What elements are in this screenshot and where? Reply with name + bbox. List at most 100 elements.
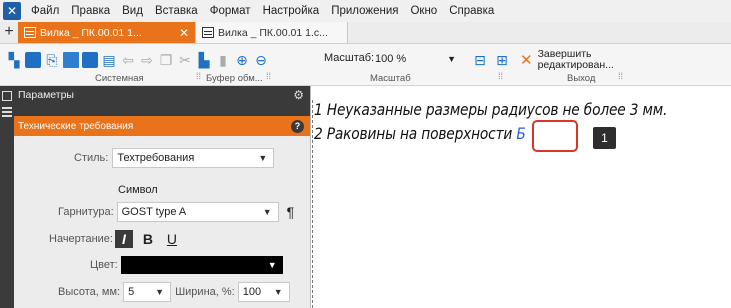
- menu-window[interactable]: Окно: [404, 0, 443, 22]
- copy-icon[interactable]: ❐: [158, 52, 174, 68]
- font-value: GOST type A: [121, 206, 187, 218]
- app-logo-icon[interactable]: ✕: [3, 2, 21, 20]
- highlight-box: [532, 120, 578, 152]
- group-label-system: Системная: [95, 73, 144, 84]
- requirement-line-2-text: 2 Раковины на поверхности: [314, 124, 517, 143]
- tab-document-spec[interactable]: Вилка _ ПК.00.01 1.с...: [196, 22, 348, 43]
- cut-icon[interactable]: ✂: [177, 52, 193, 68]
- help-icon[interactable]: ?: [291, 119, 304, 133]
- save-icon[interactable]: [63, 52, 79, 68]
- tab-label: Вилка _ ПК.00.01 1.с...: [218, 26, 328, 39]
- zoom-value: 100 %: [375, 53, 407, 65]
- panel-toggle-icon[interactable]: [2, 91, 12, 101]
- panel-form: Стиль: Техтребования ▼ Символ Гарнитура:…: [14, 136, 310, 308]
- section-title: Технические требования: [18, 120, 134, 132]
- color-row: Цвет: ▼: [90, 256, 283, 274]
- toolbar-icons: ▚ ⎘ ▤ ⇦ ⇨ ❐ ✂ ▙ ▮ ⊕ ⊖: [6, 50, 272, 70]
- finish-editing-button[interactable]: ✕ Завершить редактирован...: [520, 48, 614, 72]
- group-separator: ⁞⁞: [266, 71, 272, 81]
- menu-insert[interactable]: Вставка: [149, 0, 204, 22]
- print-icon[interactable]: ▤: [101, 52, 117, 68]
- zoom-out-icon[interactable]: ⊖: [253, 52, 269, 68]
- document-icon: [202, 27, 214, 38]
- paste-icon[interactable]: ▙: [196, 52, 212, 68]
- bold-button[interactable]: B: [139, 230, 157, 248]
- redo-icon[interactable]: ⇨: [139, 52, 155, 68]
- requirement-line-1[interactable]: 1 Неуказанные размеры радиусов не более …: [314, 100, 667, 119]
- open-folder-icon[interactable]: [25, 52, 41, 68]
- gear-icon[interactable]: ⚙: [293, 88, 304, 102]
- group-label-clipboard: Буфер обм...: [206, 73, 263, 84]
- chevron-down-icon: ▼: [258, 153, 268, 163]
- document-icon: [24, 27, 36, 38]
- chevron-down-icon: ▼: [267, 260, 277, 270]
- open-recent-icon[interactable]: ⎘: [44, 52, 60, 68]
- group-label-zoom: Масштаб: [370, 73, 411, 84]
- panel-title: Параметры: [18, 89, 74, 101]
- fit-width-icon[interactable]: ⊟: [472, 52, 488, 68]
- style-select[interactable]: Техтребования ▼: [112, 148, 275, 168]
- menu-apps[interactable]: Приложения: [325, 0, 404, 22]
- color-label: Цвет:: [90, 259, 118, 271]
- undo-icon[interactable]: ⇦: [120, 52, 136, 68]
- group-label-exit: Выход: [567, 73, 596, 84]
- close-icon: ✕: [520, 51, 533, 69]
- document-tabs: + Вилка _ ПК.00.01 1... ✕ Вилка _ ПК.00.…: [0, 22, 731, 44]
- chevron-down-icon: ▼: [155, 287, 165, 297]
- width-label: Ширина, %:: [175, 286, 235, 298]
- left-side-strip: [0, 86, 14, 308]
- group-separator: ⁞⁞: [498, 71, 504, 81]
- zoom-select[interactable]: 100 % ▼: [372, 50, 456, 68]
- font-label: Гарнитура:: [58, 206, 114, 218]
- menu-edit[interactable]: Правка: [65, 0, 116, 22]
- tab-label: Вилка _ ПК.00.01 1...: [40, 26, 142, 39]
- menubar: ✕ Файл Правка Вид Вставка Формат Настрой…: [0, 0, 731, 22]
- text-frame-border: [312, 100, 313, 308]
- new-tab-plus-icon[interactable]: +: [0, 21, 18, 43]
- menu-help[interactable]: Справка: [443, 0, 500, 22]
- width-value: 100: [242, 286, 262, 298]
- drawing-canvas[interactable]: [314, 86, 731, 308]
- chevron-down-icon: ▼: [273, 287, 283, 297]
- new-document-icon[interactable]: ▚: [6, 52, 22, 68]
- fit-height-icon[interactable]: ⊞: [494, 52, 510, 68]
- underline-button[interactable]: U: [163, 230, 181, 248]
- toolbar: ▚ ⎘ ▤ ⇦ ⇨ ❐ ✂ ▙ ▮ ⊕ ⊖ Масштаб: 100 % ▼ ⊟…: [0, 44, 731, 86]
- menu-view[interactable]: Вид: [116, 0, 149, 22]
- style-label: Стиль:: [74, 152, 109, 164]
- size-row: Высота, мм: 5 ▼ Ширина, %: 100 ▼: [58, 282, 290, 302]
- height-label: Высота, мм:: [58, 286, 121, 298]
- width-select[interactable]: 100 ▼: [237, 282, 290, 302]
- color-select[interactable]: ▼: [120, 256, 283, 274]
- font-style-label: Начертание:: [49, 233, 113, 245]
- save-as-icon[interactable]: [82, 52, 98, 68]
- symbol-section-title: Символ: [118, 184, 158, 196]
- group-separator: ⁞⁞: [196, 71, 202, 81]
- section-header[interactable]: Технические требования ?: [14, 116, 310, 136]
- finish-label-line2: редактирован...: [537, 59, 614, 71]
- menu-file[interactable]: Файл: [25, 0, 65, 22]
- italic-button[interactable]: I: [114, 230, 133, 248]
- tab-document-active[interactable]: Вилка _ ПК.00.01 1... ✕: [18, 22, 196, 43]
- panel-spacer: [14, 104, 310, 116]
- inserted-symbol[interactable]: Б: [516, 124, 525, 143]
- zoom-in-icon[interactable]: ⊕: [234, 52, 250, 68]
- format-painter-icon[interactable]: ▮: [215, 52, 231, 68]
- height-value: 5: [128, 286, 135, 298]
- style-value: Техтребования: [117, 152, 195, 164]
- requirement-line-2[interactable]: 2 Раковины на поверхности Б: [314, 124, 526, 143]
- menu-settings[interactable]: Настройка: [257, 0, 326, 22]
- style-row: Стиль: Техтребования ▼: [74, 148, 275, 168]
- hamburger-menu-icon[interactable]: [2, 107, 12, 117]
- height-select[interactable]: 5 ▼: [123, 282, 172, 302]
- font-select[interactable]: GOST type A ▼: [116, 202, 279, 222]
- close-icon[interactable]: ✕: [179, 26, 189, 40]
- font-row: Гарнитура: GOST type A ▼ ¶: [58, 202, 294, 222]
- pilcrow-icon[interactable]: ¶: [287, 204, 295, 220]
- menu-format[interactable]: Формат: [204, 0, 257, 22]
- panel-header: Параметры ⚙: [14, 86, 310, 104]
- font-style-row: Начертание: I B U: [49, 230, 187, 248]
- zoom-label: Масштаб:: [324, 52, 375, 64]
- group-separator: ⁞⁞: [618, 71, 624, 81]
- chevron-down-icon: ▼: [262, 207, 272, 217]
